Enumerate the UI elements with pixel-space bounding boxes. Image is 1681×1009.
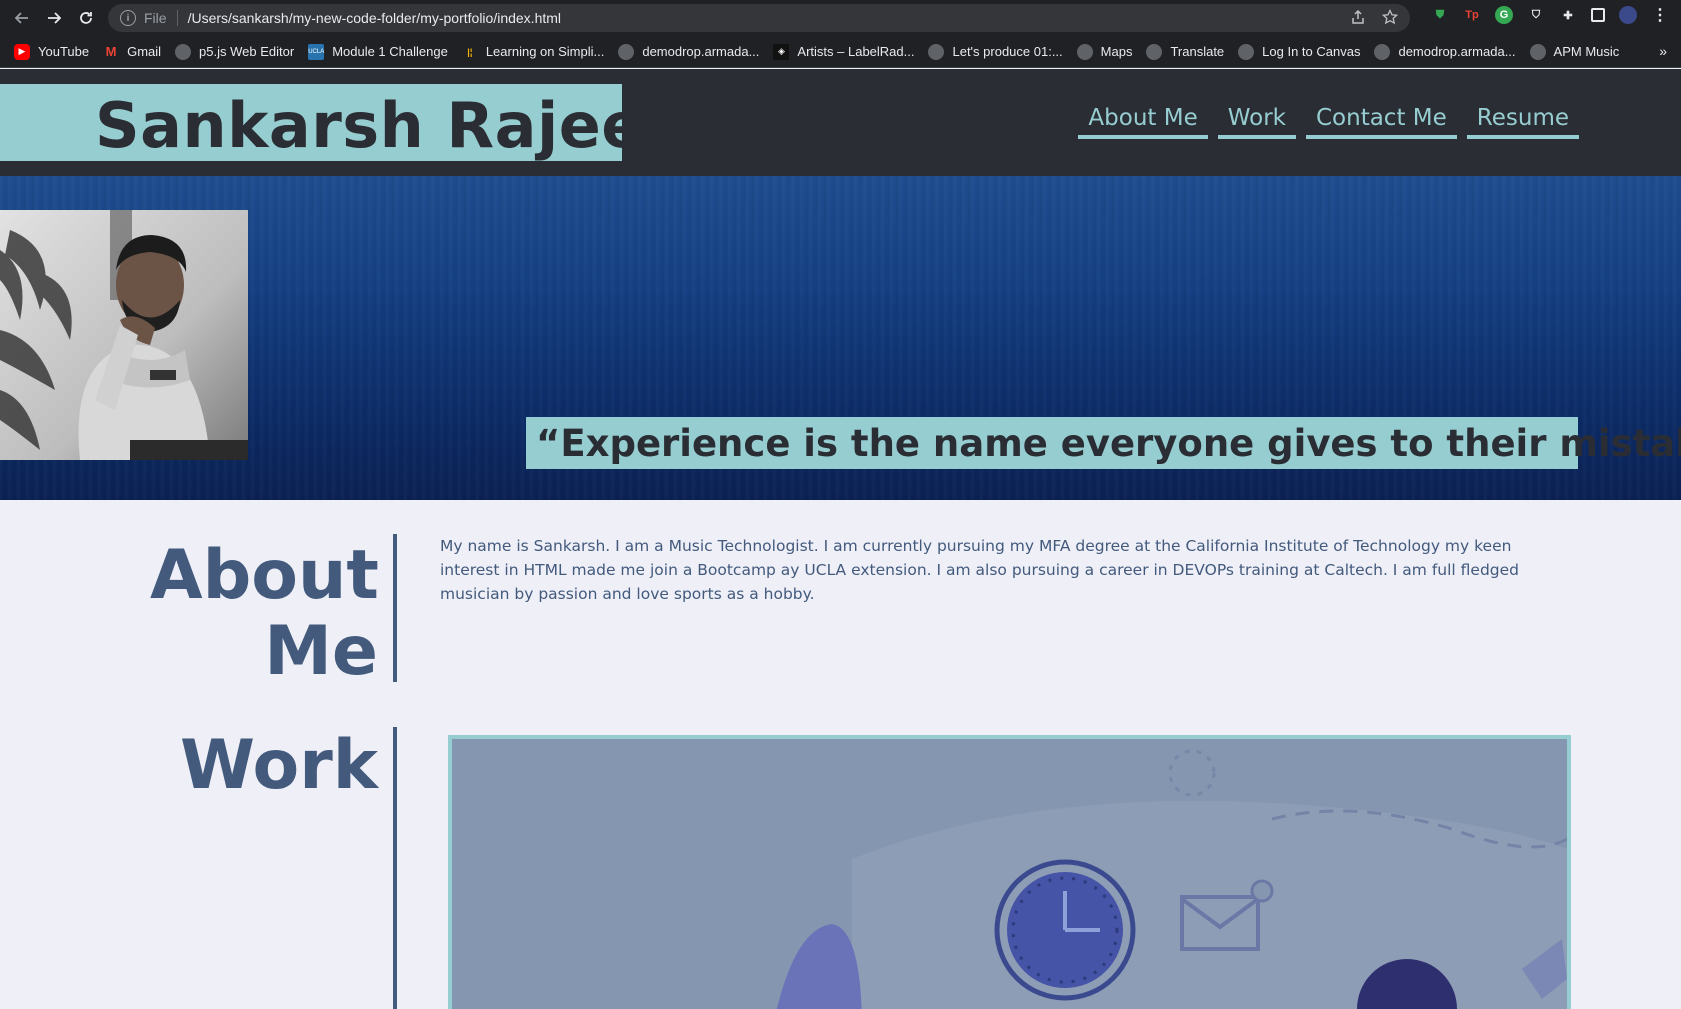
bookmark-label: demodrop.armada...	[642, 44, 760, 59]
browser-toolbar: i File /Users/sankarsh/my-new-code-folde…	[0, 0, 1681, 36]
nav-about-me[interactable]: About Me	[1078, 105, 1208, 139]
bookmark-demodrop[interactable]: demodrop.armada...	[618, 43, 760, 60]
url-scheme-label: File	[144, 10, 167, 26]
globe-icon	[1076, 43, 1093, 60]
bookmarks-bar: ▶ YouTube M Gmail p5.js Web Editor UCLA Mod…	[0, 36, 1681, 68]
simplilearn-icon: |¦	[467, 46, 473, 57]
nav-resume[interactable]: Resume	[1466, 105, 1579, 139]
bookmark-label: p5.js Web Editor	[199, 44, 295, 59]
info-icon[interactable]: i	[120, 10, 136, 26]
grammarly-icon[interactable]: G	[1495, 6, 1513, 24]
about-me-heading: About Me	[150, 536, 379, 691]
about-heading-line2: Me	[264, 612, 378, 691]
work-heading: Work	[179, 726, 378, 805]
bookmark-demodrop-2[interactable]: demodrop.armada...	[1374, 43, 1516, 60]
profile-avatar[interactable]	[1619, 6, 1637, 24]
globe-icon	[1146, 43, 1163, 60]
nav-work[interactable]: Work	[1217, 105, 1296, 139]
youtube-icon: ▶	[14, 43, 30, 60]
gmail-icon: M	[105, 44, 117, 59]
tp-extension-icon[interactable]: Tp	[1463, 6, 1481, 24]
site-header: Sankarsh Rajeev About Me Work Contact Me…	[0, 69, 1681, 176]
bookmark-canvas[interactable]: Log In to Canvas	[1238, 43, 1361, 60]
globe-icon	[618, 43, 635, 60]
bookmark-lets-produce[interactable]: Let's produce 01:...	[928, 43, 1063, 60]
hero-quote: “Experience is the name everyone gives t…	[536, 421, 1681, 465]
profile-photo	[0, 210, 248, 460]
bookmark-labelradar[interactable]: ◈ Artists – LabelRad...	[773, 43, 915, 60]
name-banner: Sankarsh Rajeev	[0, 84, 684, 162]
ucla-icon: UCLA	[308, 43, 324, 60]
bookmark-simplilearn[interactable]: |¦ Learning on Simpli...	[462, 44, 605, 60]
back-icon[interactable]	[6, 0, 38, 36]
quote-banner: “Experience is the name everyone gives t…	[526, 417, 1681, 469]
bookmark-label: APM Music	[1553, 44, 1620, 59]
divider	[176, 10, 178, 26]
bookmark-label: YouTube	[38, 44, 90, 59]
globe-icon	[1529, 43, 1546, 60]
main-nav: About Me Work Contact Me Resume	[1078, 105, 1579, 139]
bookmark-label: Artists – LabelRad...	[797, 44, 915, 59]
globe-icon	[1374, 43, 1391, 60]
hero-banner: “Experience is the name everyone gives t…	[0, 176, 1681, 500]
bookmark-label: Module 1 Challenge	[332, 44, 448, 59]
bookmark-label: Translate	[1170, 44, 1225, 59]
bookmark-p5js[interactable]: p5.js Web Editor	[175, 43, 295, 60]
about-heading-line1: About	[150, 536, 379, 615]
bookmark-apm-music[interactable]: APM Music	[1529, 43, 1620, 60]
about-me-text: My name is Sankarsh. I am a Music Techno…	[440, 537, 1520, 603]
bookmark-label: Learning on Simpli...	[485, 44, 605, 59]
menu-kebab-icon[interactable]: ⋮	[1651, 6, 1669, 24]
bookmark-maps[interactable]: Maps	[1076, 43, 1133, 60]
labelradar-icon: ◈	[773, 43, 790, 60]
share-icon[interactable]	[1350, 9, 1366, 25]
url-text[interactable]: /Users/sankarsh/my-new-code-folder/my-po…	[188, 10, 561, 26]
work-project-image[interactable]	[448, 735, 1571, 1009]
shield-icon[interactable]: ⛉	[1527, 6, 1545, 24]
sidepanel-icon[interactable]	[1591, 8, 1605, 22]
bookmarks-overflow-button[interactable]: »	[1659, 43, 1667, 59]
about-divider	[393, 534, 397, 682]
bookmark-youtube[interactable]: ▶ YouTube	[14, 43, 90, 60]
bookmark-label: Gmail	[127, 44, 162, 59]
bookmark-label: Maps	[1100, 44, 1133, 59]
extensions-bar: ⛊ Tp G ⛉ ✚ ⋮	[1431, 6, 1669, 24]
work-divider	[393, 727, 397, 1009]
nav-contact-me[interactable]: Contact Me	[1305, 105, 1457, 139]
bookmark-gmail[interactable]: M Gmail	[103, 44, 161, 60]
address-bar[interactable]: i File /Users/sankarsh/my-new-code-folde…	[108, 4, 1410, 32]
bookmark-label: Log In to Canvas	[1262, 44, 1361, 59]
globe-icon	[1238, 43, 1255, 60]
bookmark-label: demodrop.armada...	[1398, 44, 1516, 59]
bookmark-label: Let's produce 01:...	[952, 44, 1063, 59]
bookmark-translate[interactable]: Translate	[1146, 43, 1225, 60]
bookmark-module1[interactable]: UCLA Module 1 Challenge	[308, 43, 448, 60]
puzzle-icon[interactable]: ✚	[1559, 6, 1577, 24]
forward-icon[interactable]	[38, 0, 70, 36]
site-title: Sankarsh Rajeev	[95, 89, 685, 162]
globe-icon	[175, 43, 192, 60]
page-content: Sankarsh Rajeev About Me Work Contact Me…	[0, 69, 1681, 1009]
reload-icon[interactable]	[70, 0, 102, 36]
shield-green-icon[interactable]: ⛊	[1431, 6, 1449, 24]
globe-icon	[928, 43, 945, 60]
bookmark-star-icon[interactable]	[1382, 9, 1398, 25]
